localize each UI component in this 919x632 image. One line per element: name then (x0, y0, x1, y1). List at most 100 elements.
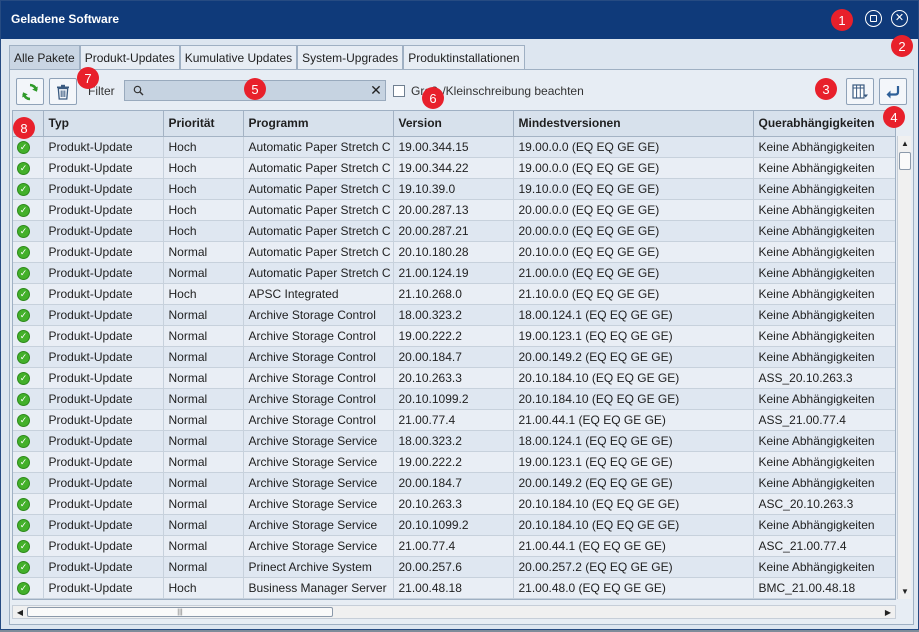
table-row[interactable]: ✓ Produkt-Update Hoch APSC Integrated 21.10.… (13, 283, 895, 305)
scroll-left-arrow-icon[interactable]: ◀ (14, 606, 26, 618)
column-header-programm[interactable]: Programm (243, 111, 394, 137)
column-header-typ[interactable]: Typ (43, 111, 164, 137)
cell-mindestversion: 20.10.184.10 (EQ EQ GE GE) (513, 367, 754, 389)
check-circle-icon: ✓ (17, 161, 30, 175)
table-row[interactable]: ✓ Produkt-Update Hoch Automatic Paper Stret… (13, 220, 895, 242)
tab-produkt-updates[interactable]: Produkt-Updates (79, 45, 180, 70)
close-icon[interactable]: ✕ (891, 10, 908, 27)
cell-version: 20.00.287.21 (393, 220, 514, 242)
cell-querabhaengigkeit: Keine Abhängigkeiten (753, 262, 895, 284)
cell-version: 20.00.287.13 (393, 199, 514, 221)
horizontal-scroll-thumb[interactable]: ||| (27, 607, 333, 617)
table-row[interactable]: ✓ Produkt-Update Hoch Automatic Paper Stret… (13, 199, 895, 221)
clear-filter-icon[interactable]: ✕ (367, 82, 385, 99)
maximize-icon[interactable] (865, 10, 882, 27)
trash-icon (57, 84, 69, 100)
table-row[interactable]: ✓ Produkt-Update Hoch Automatic Paper Stret… (13, 157, 895, 179)
table-row[interactable]: ✓ Produkt-Update Normal Prinect Archive Sys… (13, 556, 895, 578)
column-chooser-button[interactable] (846, 78, 874, 105)
cell-mindestversion: 21.00.44.1 (EQ EQ GE GE) (513, 409, 754, 431)
table-row[interactable]: ✓ Produkt-Update Normal Archive Storage Ser… (13, 451, 895, 473)
toolbar: Filter ✕ Groß-/Kleinschreibung beachten (10, 70, 913, 110)
vertical-scrollbar[interactable]: ▲ ▼ (897, 136, 911, 599)
cell-typ: Produkt-Update (43, 262, 164, 284)
cell-prioritaet: Normal (163, 241, 244, 263)
table-row[interactable]: ✓ Produkt-Update Normal Archive Storage Ser… (13, 493, 895, 515)
case-sensitive-checkbox[interactable] (393, 85, 405, 97)
table-row[interactable]: ✓ Produkt-Update Normal Archive Storage Con… (13, 367, 895, 389)
cell-querabhaengigkeit: ASC_21.00.77.4 (753, 535, 895, 557)
loaded-software-window: Geladene Software ✕ Alle Pakete Produkt-… (0, 0, 919, 630)
cell-version: 20.10.1099.2 (393, 388, 514, 410)
refresh-button[interactable] (16, 78, 44, 105)
packages-table-container: Typ Priorität Programm Version Mindestve… (12, 110, 896, 600)
cell-querabhaengigkeit: Keine Abhängigkeiten (753, 157, 895, 179)
table-row[interactable]: ✓ Produkt-Update Normal Automatic Paper Str… (13, 262, 895, 284)
table-row[interactable]: ✓ Produkt-Update Normal Archive Storage Con… (13, 388, 895, 410)
cell-prioritaet: Normal (163, 472, 244, 494)
cell-mindestversion: 20.00.149.2 (EQ EQ GE GE) (513, 346, 754, 368)
check-circle-icon: ✓ (17, 413, 30, 427)
cell-typ: Produkt-Update (43, 556, 164, 578)
table-row[interactable]: ✓ Produkt-Update Normal Automatic Paper Str… (13, 241, 895, 263)
cell-typ: Produkt-Update (43, 430, 164, 452)
table-row[interactable]: ✓ Produkt-Update Normal Archive Storage Ser… (13, 430, 895, 452)
tab-kumulative-updates[interactable]: Kumulative Updates (179, 45, 298, 70)
vertical-scroll-thumb[interactable] (899, 152, 911, 170)
back-button[interactable] (879, 78, 907, 105)
cell-typ: Produkt-Update (43, 388, 164, 410)
cell-mindestversion: 20.00.257.2 (EQ EQ GE GE) (513, 556, 754, 578)
cell-typ: Produkt-Update (43, 136, 164, 158)
horizontal-scrollbar[interactable]: ◀ ||| ▶ (12, 605, 896, 619)
refresh-icon (22, 83, 38, 100)
scroll-right-arrow-icon[interactable]: ▶ (882, 606, 894, 618)
cell-programm: Archive Storage Control (243, 346, 394, 368)
check-circle-icon: ✓ (17, 266, 30, 280)
scroll-down-arrow-icon[interactable]: ▼ (899, 585, 911, 598)
cell-typ: Produkt-Update (43, 178, 164, 200)
table-row[interactable]: ✓ Produkt-Update Normal Archive Storage Ser… (13, 514, 895, 536)
table-row[interactable]: ✓ Produkt-Update Hoch Automatic Paper Stret… (13, 178, 895, 200)
table-row[interactable]: ✓ Produkt-Update Normal Archive Storage Ser… (13, 472, 895, 494)
status-cell: ✓ (13, 220, 44, 242)
cell-programm: Archive Storage Control (243, 325, 394, 347)
status-cell: ✓ (13, 304, 44, 326)
delete-button[interactable] (49, 78, 77, 105)
column-header-prioritaet[interactable]: Priorität (163, 111, 244, 137)
cell-prioritaet: Normal (163, 535, 244, 557)
return-icon (886, 85, 900, 98)
packages-panel: Filter ✕ Groß-/Kleinschreibung beachten (9, 69, 914, 625)
window-title: Geladene Software (11, 12, 120, 26)
cell-mindestversion: 19.00.123.1 (EQ EQ GE GE) (513, 325, 754, 347)
cell-programm: Business Manager Server (243, 577, 394, 599)
cell-version: 21.00.77.4 (393, 409, 514, 431)
marker-badge: 5 (244, 78, 266, 100)
table-row[interactable]: ✓ Produkt-Update Normal Archive Storage Con… (13, 346, 895, 368)
status-cell: ✓ (13, 157, 44, 179)
table-row[interactable]: ✓ Produkt-Update Hoch Automatic Paper Stret… (13, 136, 895, 158)
cell-querabhaengigkeit: Keine Abhängigkeiten (753, 430, 895, 452)
column-header-querabhaengigkeiten[interactable]: Querabhängigkeiten (753, 111, 895, 137)
cell-prioritaet: Hoch (163, 577, 244, 599)
table-row[interactable]: ✓ Produkt-Update Hoch Business Manager Serv… (13, 577, 895, 599)
cell-version: 19.00.222.2 (393, 325, 514, 347)
table-row[interactable]: ✓ Produkt-Update Normal Archive Storage Ser… (13, 535, 895, 557)
tab-system-upgrades[interactable]: System-Upgrades (297, 45, 404, 70)
check-circle-icon: ✓ (17, 182, 30, 196)
column-header-mindestversionen[interactable]: Mindestversionen (513, 111, 754, 137)
cell-prioritaet: Normal (163, 388, 244, 410)
check-circle-icon: ✓ (17, 476, 30, 490)
cell-programm: Archive Storage Control (243, 388, 394, 410)
table-row[interactable]: ✓ Produkt-Update Normal Archive Storage Con… (13, 325, 895, 347)
cell-typ: Produkt-Update (43, 199, 164, 221)
tab-produktinstallationen[interactable]: Produktinstallationen (403, 45, 525, 70)
table-row[interactable]: ✓ Produkt-Update Normal Archive Storage Con… (13, 304, 895, 326)
table-row[interactable]: ✓ Produkt-Update Normal Archive Storage Con… (13, 409, 895, 431)
cell-version: 20.10.180.28 (393, 241, 514, 263)
check-circle-icon: ✓ (17, 539, 30, 553)
cell-mindestversion: 19.00.0.0 (EQ EQ GE GE) (513, 136, 754, 158)
column-header-version[interactable]: Version (393, 111, 514, 137)
scroll-up-arrow-icon[interactable]: ▲ (899, 137, 911, 150)
tab-alle-pakete[interactable]: Alle Pakete (9, 45, 80, 70)
cell-querabhaengigkeit: Keine Abhängigkeiten (753, 199, 895, 221)
